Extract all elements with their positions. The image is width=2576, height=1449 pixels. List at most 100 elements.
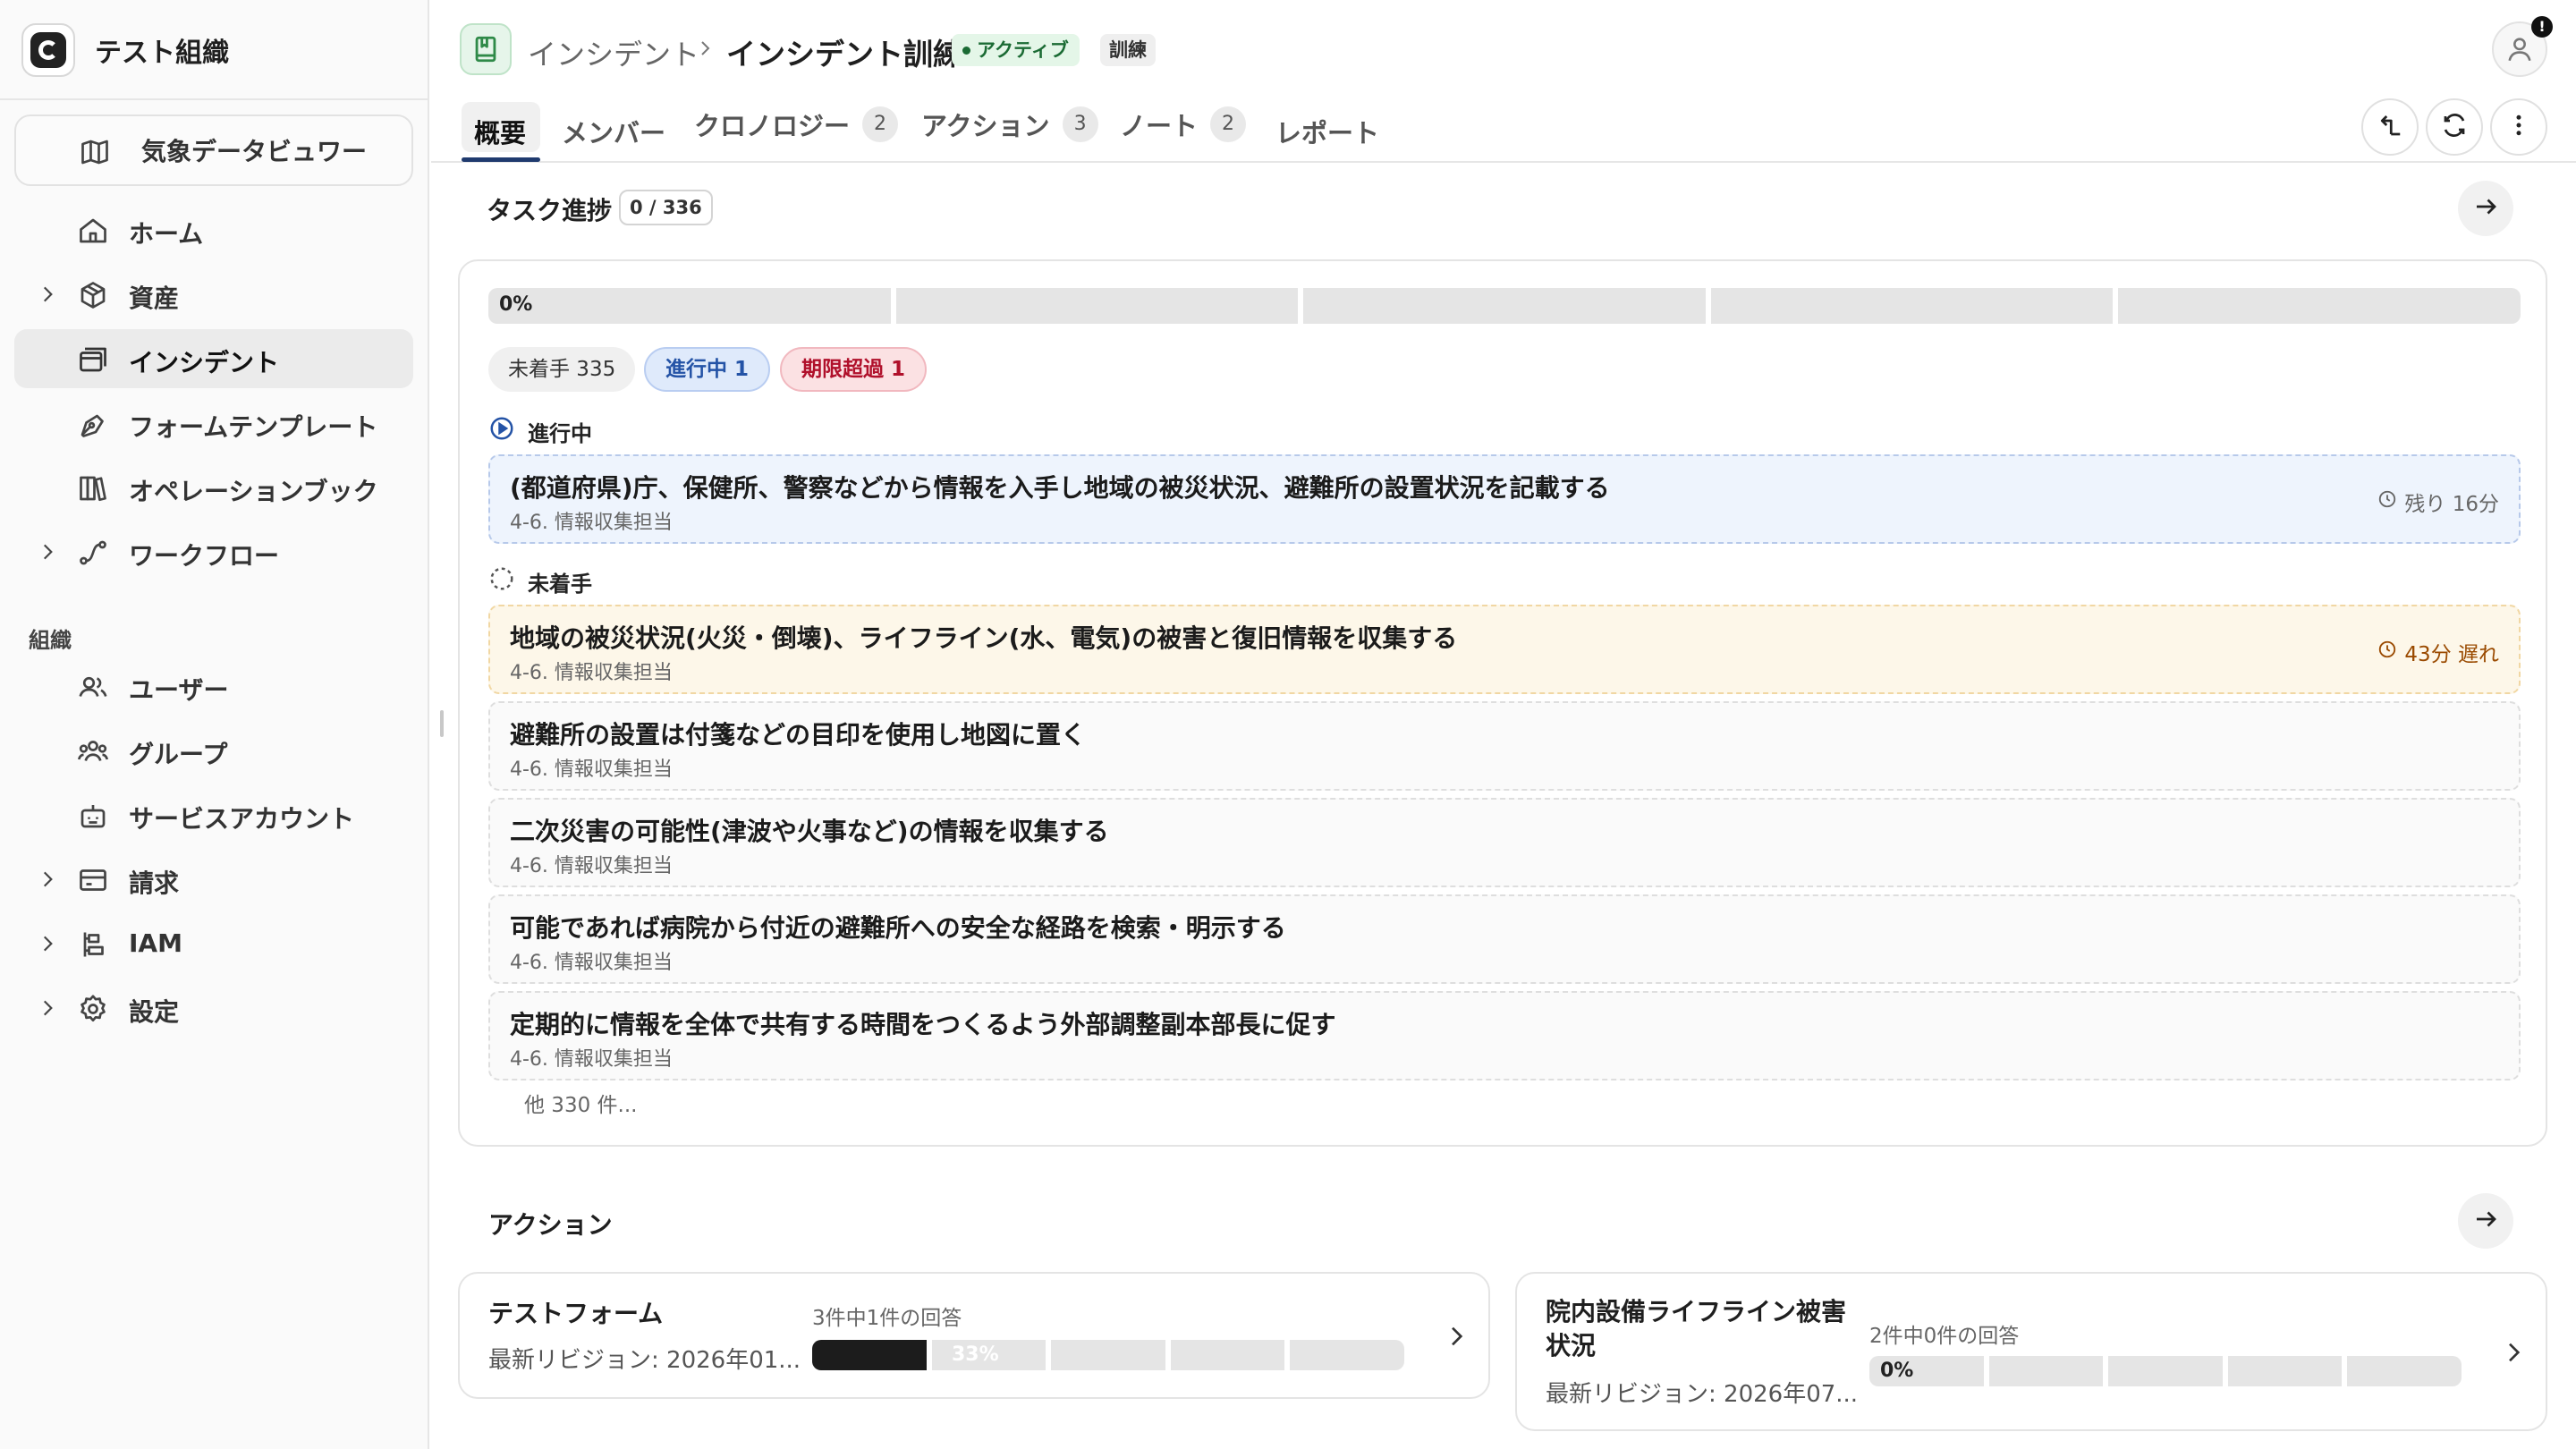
tab-overview[interactable]: 概要 [474,113,526,150]
tab-label: メンバー [562,118,666,148]
task-title: 二次災害の可能性(津波や火事など)の情報を収集する [510,817,1109,846]
tab-chronology[interactable]: クロノロジー 2 [694,106,899,143]
task-item[interactable]: 避難所の設置は付箋などの目印を使用し地図に置く 4-6. 情報収集担当 [488,701,2521,791]
sidebar-item-label: インシデント [129,348,280,377]
sidebar-item-users[interactable]: ユーザー [14,657,413,716]
action-responses: 3件中1件の回答 [812,1307,962,1330]
box-icon [77,279,109,315]
chevron-right-icon[interactable] [36,996,59,1023]
task-assignee: 4-6. 情報収集担当 [510,512,673,534]
tab-report[interactable]: レポート [1275,113,1379,150]
map-icon [79,136,111,172]
filter-chip-todo[interactable]: 未着手 335 [488,347,636,392]
home-icon [77,215,109,250]
weather-viewer-button[interactable]: 気象データビュワー [14,114,413,186]
tab-active-underline [462,157,540,162]
play-circle-icon [488,415,515,447]
filter-chip-in-progress[interactable]: 進行中 1 [644,347,771,392]
task-due: 残り 16分 [2377,487,2499,517]
sidebar-item-label: 資産 [129,284,180,313]
group-icon [77,735,109,771]
action-responses: 2件中0件の回答 [1869,1325,2020,1348]
sidebar-item-home[interactable]: ホーム [14,200,413,259]
breadcrumb-separator-icon [694,38,716,63]
sidebar-item-label: 設定 [129,997,180,1027]
progress-segment [2227,1356,2343,1386]
task-count-badge: 0 / 336 [619,190,713,225]
sidebar-item-label: ホーム [129,219,204,249]
clock-icon [2377,640,2397,665]
filter-chip-overdue[interactable]: 期限超過 1 [780,347,928,392]
tab-count: 2 [1210,106,1247,142]
chevron-right-icon[interactable] [36,932,59,959]
sidebar-item-groups[interactable]: グループ [14,721,413,780]
task-due-text: 残り 16分 [2404,493,2499,516]
gear-icon [77,993,109,1029]
task-due-text: 43分 遅れ [2404,643,2499,666]
tab-members[interactable]: メンバー [562,113,665,150]
action-card[interactable]: テストフォーム 最新リビジョン: 2026年01... 3件中1件の回答 33% [458,1272,1490,1399]
chevron-right-icon[interactable] [36,540,59,567]
sidebar-item-label: ユーザー [129,675,229,705]
chevron-right-icon[interactable] [36,868,59,894]
task-item[interactable]: 地域の被災状況(火災・倒壊)、ライフライン(水、電気)の被害と復旧情報を収集する… [488,605,2521,694]
progress-segment [812,1340,927,1370]
progress-segment [2347,1356,2462,1386]
task-item[interactable]: 定期的に情報を全体で共有する時間をつくるよう外部調整副本部長に促す 4-6. 情… [488,991,2521,1080]
progress-segment [2108,1356,2223,1386]
users-icon [77,671,109,707]
sidebar-item-label: サービスアカウント [129,804,355,834]
dashed-circle-icon [488,565,515,597]
action-name-line: 院内設備ライフライン被害 [1546,1297,1847,1326]
task-progress-open-button[interactable] [2458,181,2513,236]
action-progress-percent: 33% [952,1343,999,1366]
sidebar-item-settings[interactable]: 設定 [14,979,413,1038]
action-name: テストフォーム [488,1299,664,1328]
task-progress-title: タスク進捗 [487,196,613,225]
task-item[interactable]: 二次災害の可能性(津波や火事など)の情報を収集する 4-6. 情報収集担当 [488,798,2521,887]
sidebar-divider [0,98,428,100]
sidebar-item-iam[interactable]: IAM [14,914,413,973]
task-title: (都道府県)庁、保健所、警察などから情報を入手し地域の被災状況、避難所の設置状況… [510,473,1610,503]
sidebar-item-label: フォームテンプレート [129,412,378,442]
chevron-right-icon[interactable] [2499,1338,2528,1370]
progress-segment [2118,288,2521,324]
task-item[interactable]: 可能であれば病院から付近の避難所への安全な経路を検索・明示する 4-6. 情報収… [488,894,2521,984]
sidebar-item-form-templates[interactable]: フォームテンプレート [14,394,413,453]
tab-label: レポート [1275,118,1380,148]
progress-segment [1051,1340,1165,1370]
books-icon [77,472,109,508]
main-content: インシデント インシデント訓練 アクティブ 訓練 ! 概要 メンバー クロノロジ… [431,0,2576,1449]
tab-actions[interactable]: アクション 3 [921,106,1098,143]
action-card[interactable]: 院内設備ライフライン被害 状況 最新リビジョン: 2026年07... 2件中0件… [1515,1272,2547,1431]
action-name: 院内設備ライフライン被害 状況 [1546,1295,1846,1363]
progress-segment [1988,1356,2104,1386]
app-root: テスト組織 気象データビュワー ホーム 資産 インシデント フォームテンプレート [0,0,2576,1449]
upload-button[interactable] [2361,98,2419,156]
group-label: 未着手 [528,571,592,597]
sidebar-item-service-accounts[interactable]: サービスアカウント [14,785,413,844]
actions-open-button[interactable] [2458,1193,2513,1249]
chevron-right-icon[interactable] [36,283,59,309]
progress-segment [895,288,1299,324]
more-tasks-link[interactable]: 他 330 件... [524,1088,637,1118]
sidebar-item-operation-books[interactable]: オペレーションブック [14,458,413,517]
action-progress-percent: 0% [1880,1360,1914,1382]
more-menu-button[interactable] [2490,98,2547,156]
progress-segment [1710,288,2114,324]
chevron-right-icon[interactable] [1442,1322,1470,1354]
pen-icon [77,408,109,444]
iam-icon [77,928,109,964]
org-switcher[interactable]: テスト組織 [21,23,229,77]
sidebar-section-label: 組織 [29,628,72,653]
sidebar-item-assets[interactable]: 資産 [14,265,413,324]
task-item[interactable]: (都道府県)庁、保健所、警察などから情報を入手し地域の被災状況、避難所の設置状況… [488,454,2521,544]
refresh-button[interactable] [2426,98,2483,156]
sidebar-item-workflows[interactable]: ワークフロー [14,522,413,581]
sidebar-item-billing[interactable]: 請求 [14,850,413,909]
sidebar-item-incidents[interactable]: インシデント [14,329,413,388]
sidebar-item-label: 請求 [129,869,180,898]
tab-label: アクション [921,111,1050,141]
tab-notes[interactable]: ノート 2 [1120,106,1247,143]
breadcrumb-incidents[interactable]: インシデント [528,32,699,73]
